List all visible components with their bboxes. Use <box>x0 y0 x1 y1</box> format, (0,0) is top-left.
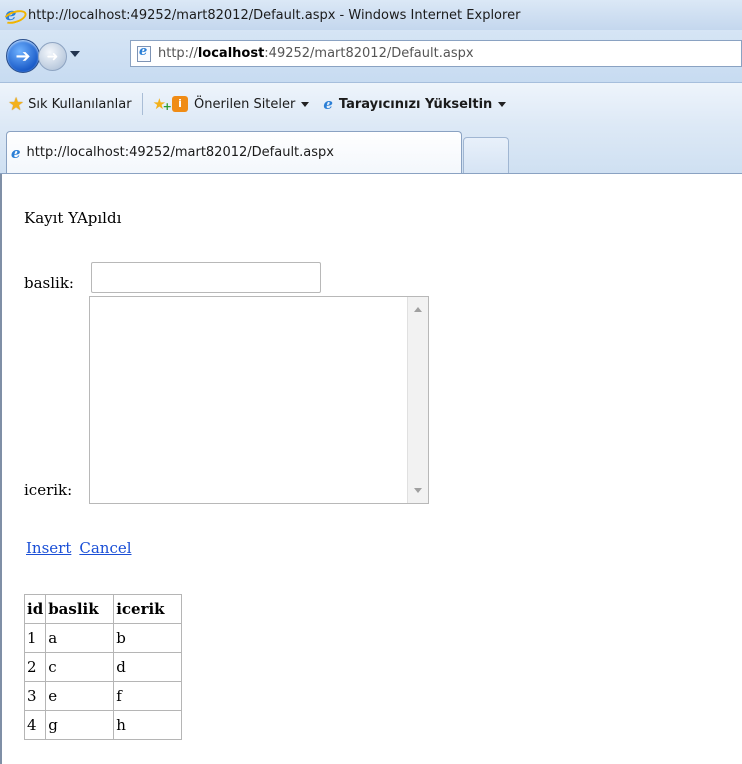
add-to-favorites-icon[interactable]: ★ <box>153 95 173 113</box>
records-table: id baslik icerik 1 a b 2 c d 3 e f 4 g h <box>23 594 183 740</box>
new-tab-button[interactable] <box>463 137 509 173</box>
table-row: 3 e f <box>23 681 183 711</box>
favorites-bar: ★ Sık Kullanılanlar ★ i Önerilen Siteler… <box>0 83 742 125</box>
tab-label: http://localhost:49252/mart82012/Default… <box>26 145 334 160</box>
forward-button[interactable]: ➜ <box>38 42 67 71</box>
table-row: 1 a b <box>23 623 183 653</box>
arrow-right-icon: ➜ <box>46 48 59 65</box>
favorites-star-icon[interactable]: ★ <box>8 94 24 115</box>
tab-current[interactable]: e http://localhost:49252/mart82012/Defau… <box>6 131 462 173</box>
icerik-label: icerik: <box>24 481 73 499</box>
cell-id: 2 <box>23 652 47 682</box>
page-content: Kayıt YApıldı baslik: icerik: Insert Canc… <box>0 174 742 764</box>
table-row: 4 g h <box>23 710 183 740</box>
baslik-input[interactable] <box>91 262 321 293</box>
icerik-textarea[interactable] <box>89 296 429 504</box>
scroll-down-icon[interactable] <box>414 488 422 493</box>
header-id: id <box>23 594 47 624</box>
scroll-up-icon[interactable] <box>414 307 422 312</box>
cell-baslik: g <box>45 710 115 740</box>
textarea-scrollbar[interactable] <box>407 297 428 503</box>
suggested-sites-button[interactable]: Önerilen Siteler <box>194 97 295 112</box>
table-row: 2 c d <box>23 652 183 682</box>
insert-link[interactable]: Insert <box>26 539 71 557</box>
header-baslik: baslik <box>45 594 115 624</box>
address-host: localhost <box>197 46 265 61</box>
ie-upgrade-icon: e <box>323 95 333 113</box>
upgrade-browser-button[interactable]: Tarayıcınızı Yükseltin <box>339 97 492 112</box>
arrow-left-icon: ➔ <box>15 45 31 67</box>
cell-baslik: e <box>45 681 115 711</box>
cancel-link[interactable]: Cancel <box>79 539 131 557</box>
cell-baslik: c <box>45 652 115 682</box>
address-prefix: http:// <box>158 46 198 61</box>
history-dropdown-icon[interactable] <box>70 51 80 57</box>
tab-bar: e http://localhost:49252/mart82012/Defau… <box>0 125 742 174</box>
address-rest: :49252/mart82012/Default.aspx <box>264 46 474 61</box>
table-header-row: id baslik icerik <box>23 594 183 624</box>
chevron-down-icon[interactable] <box>498 101 507 107</box>
cell-id: 3 <box>23 681 47 711</box>
page-icon <box>137 44 151 62</box>
cell-baslik: a <box>45 623 115 653</box>
cell-id: 4 <box>23 710 47 740</box>
baslik-label: baslik: <box>24 274 74 292</box>
status-message: Kayıt YApıldı <box>24 209 122 227</box>
tab-page-icon: e <box>11 143 21 162</box>
chevron-down-icon[interactable] <box>301 101 310 107</box>
ie-logo-icon: e <box>1 4 29 26</box>
window-titlebar: e http://localhost:49252/mart82012/Defau… <box>0 0 742 30</box>
back-button[interactable]: ➔ <box>6 39 40 73</box>
window-title: http://localhost:49252/mart82012/Default… <box>28 7 521 23</box>
cell-icerik: b <box>113 623 183 653</box>
favorites-button[interactable]: Sık Kullanılanlar <box>28 97 131 112</box>
header-icerik: icerik <box>113 594 183 624</box>
form-actions: Insert Cancel <box>26 539 140 557</box>
navigation-bar: ➔ ➜ http://localhost:49252/mart82012/Def… <box>0 30 742 83</box>
address-bar[interactable]: http://localhost:49252/mart82012/Default… <box>130 40 742 67</box>
cell-icerik: h <box>113 710 183 740</box>
cell-icerik: d <box>113 652 183 682</box>
cell-id: 1 <box>23 623 47 653</box>
favorites-separator <box>141 93 143 115</box>
suggested-sites-icon: i <box>172 96 189 112</box>
cell-icerik: f <box>113 681 183 711</box>
